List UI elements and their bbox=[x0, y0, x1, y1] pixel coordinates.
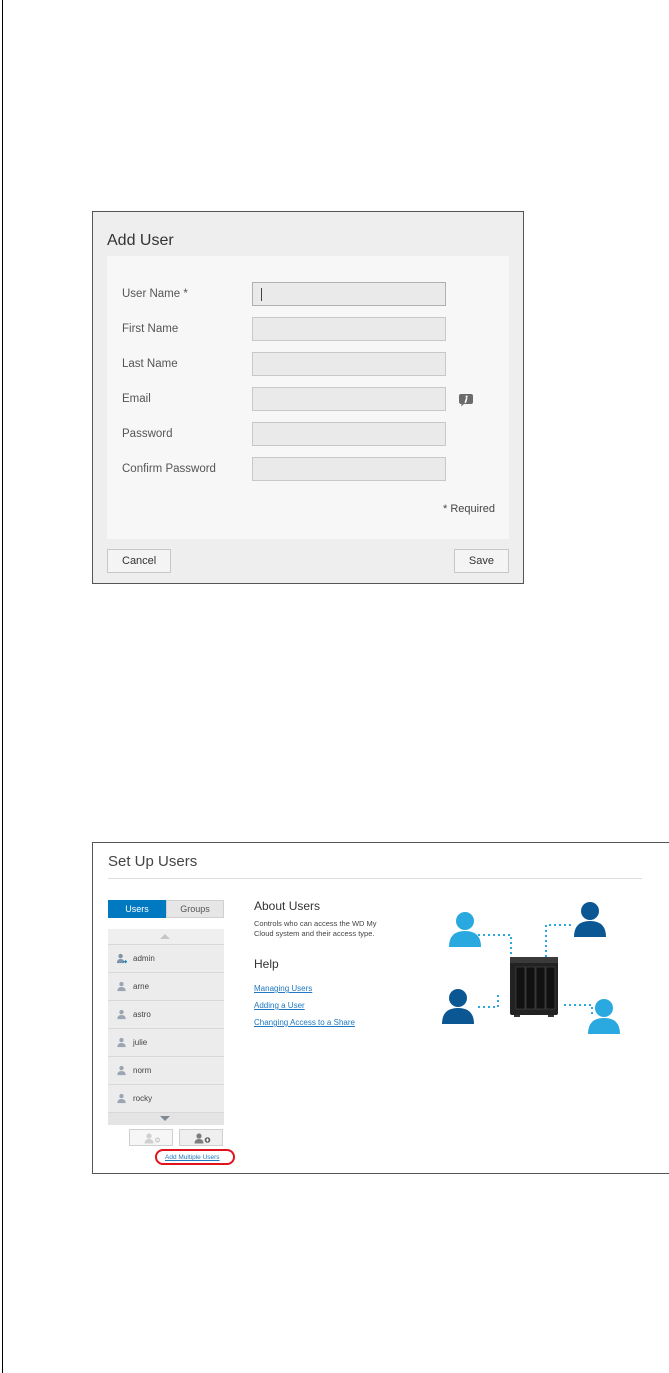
add-user-button[interactable] bbox=[179, 1129, 223, 1146]
user-row-rocky[interactable]: rocky bbox=[108, 1084, 224, 1112]
user-row-astro[interactable]: astro bbox=[108, 1000, 224, 1028]
scroll-up-icon[interactable] bbox=[160, 934, 170, 939]
info-icon[interactable] bbox=[458, 393, 474, 407]
email-input[interactable] bbox=[252, 387, 446, 411]
dialog-title: Add User bbox=[107, 232, 174, 249]
last-name-input[interactable] bbox=[252, 352, 446, 376]
last-name-label: Last Name bbox=[122, 358, 178, 370]
user-name: astro bbox=[133, 1010, 151, 1019]
user-row-julie[interactable]: julie bbox=[108, 1028, 224, 1056]
user-figure-bottom-left bbox=[442, 989, 474, 1024]
network-users-illustration bbox=[442, 902, 620, 1034]
about-users-heading: About Users bbox=[254, 899, 321, 913]
user-figure-top-left bbox=[449, 912, 481, 947]
help-link-changing-access[interactable]: Changing Access to a Share bbox=[254, 1018, 355, 1027]
page-margin-rule bbox=[2, 0, 3, 1373]
save-button[interactable]: Save bbox=[453, 549, 509, 573]
help-link-managing-users[interactable]: Managing Users bbox=[254, 984, 312, 993]
confirm-password-input[interactable] bbox=[252, 457, 446, 481]
add-user-dialog: Add User User Name * First Name Last Nam… bbox=[92, 211, 524, 584]
user-icon bbox=[117, 1009, 126, 1020]
help-link-adding-user[interactable]: Adding a User bbox=[254, 1001, 305, 1010]
confirm-password-label: Confirm Password bbox=[122, 463, 216, 475]
user-name: norm bbox=[133, 1066, 152, 1075]
scroll-down-icon[interactable] bbox=[160, 1116, 170, 1121]
user-icon bbox=[117, 1037, 126, 1048]
add-user-icon bbox=[194, 1133, 211, 1144]
remove-user-icon bbox=[144, 1133, 161, 1144]
email-label: Email bbox=[122, 393, 151, 405]
user-figure-top-right bbox=[574, 902, 606, 937]
page-title: Set Up Users bbox=[108, 853, 198, 870]
user-name-input[interactable] bbox=[252, 282, 446, 306]
user-row-admin[interactable]: admin bbox=[108, 944, 224, 972]
user-name: julie bbox=[133, 1038, 148, 1047]
user-icon bbox=[117, 981, 126, 992]
add-user-form: User Name * First Name Last Name Email P… bbox=[107, 256, 509, 539]
user-icon bbox=[117, 1065, 126, 1076]
user-row-norm[interactable]: norm bbox=[108, 1056, 224, 1084]
user-name: admin bbox=[133, 954, 155, 963]
user-name-label: User Name * bbox=[122, 288, 188, 300]
add-multiple-users-link[interactable]: Add Multiple Users bbox=[165, 1154, 220, 1161]
first-name-input[interactable] bbox=[252, 317, 446, 341]
password-label: Password bbox=[122, 428, 173, 440]
user-icon bbox=[117, 1093, 126, 1104]
text-caret bbox=[261, 288, 262, 301]
password-input[interactable] bbox=[252, 422, 446, 446]
user-row-arne[interactable]: arne bbox=[108, 972, 224, 1000]
first-name-label: First Name bbox=[122, 323, 179, 335]
help-heading: Help bbox=[254, 957, 279, 971]
tab-users[interactable]: Users bbox=[108, 900, 166, 918]
setup-users-panel: Set Up Users Users Groups admin arne ast… bbox=[92, 842, 669, 1174]
user-name: rocky bbox=[133, 1094, 153, 1103]
admin-user-icon bbox=[116, 953, 127, 964]
title-divider bbox=[108, 878, 642, 879]
about-users-text: Controls who can access the WD My Cloud … bbox=[254, 919, 377, 938]
user-list: admin arne astro julie norm rocky bbox=[108, 929, 224, 1125]
nas-device-icon bbox=[510, 957, 558, 1017]
required-note: * Required bbox=[443, 503, 495, 515]
remove-user-button[interactable] bbox=[129, 1129, 173, 1146]
user-name: arne bbox=[133, 982, 150, 991]
tab-groups[interactable]: Groups bbox=[166, 900, 224, 918]
user-figure-bottom-right bbox=[588, 999, 620, 1034]
cancel-button[interactable]: Cancel bbox=[107, 549, 172, 573]
